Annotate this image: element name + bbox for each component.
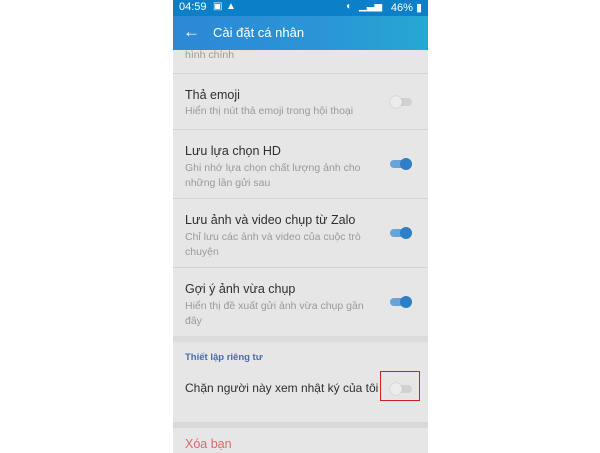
battery-level: 46% bbox=[390, 2, 413, 14]
settings-item-title: Lưu lựa chọn HD bbox=[185, 144, 281, 158]
page-title: Cài đặt cá nhân bbox=[213, 25, 305, 40]
status-bar: 04:59 ▣ ▲ ◖ ▁▃▅ 46% ▮ bbox=[173, 0, 428, 16]
toggle-hd[interactable] bbox=[390, 156, 414, 172]
settings-item-title: Lưu ảnh và video chụp từ Zalo bbox=[185, 213, 356, 227]
battery-icon: ▮ bbox=[415, 2, 422, 14]
toggle-knob bbox=[390, 96, 402, 108]
toggle-emoji[interactable] bbox=[390, 94, 414, 110]
settings-item-block-diary[interactable]: Chặn người này xem nhật ký của tôi bbox=[173, 368, 428, 414]
battery-indicator: 46% ▮ bbox=[391, 1, 422, 14]
settings-item-suggest-photo[interactable]: Gợi ý ảnh vừa chụp Hiển thị đề xuất gửi … bbox=[173, 268, 428, 334]
toggle-knob bbox=[390, 383, 402, 395]
partial-item-desc: hình chính bbox=[185, 49, 235, 61]
settings-item-desc: Ghi nhớ lựa chọn chất lượng ảnh cho nhữn… bbox=[185, 162, 361, 189]
settings-item-desc: Hiển thị nút thả emoji trong hội thoại bbox=[185, 105, 354, 117]
settings-item-desc: Hiển thị đề xuất gửi ảnh vừa chụp gần đâ… bbox=[185, 300, 364, 327]
delete-friend-row: Xóa bạn bbox=[173, 422, 428, 453]
app-bar: ← Cài đặt cá nhân bbox=[173, 16, 428, 50]
settings-item-save-media[interactable]: Lưu ảnh và video chụp từ Zalo Chỉ lưu cá… bbox=[173, 199, 428, 265]
image-icon: ▣ bbox=[213, 1, 223, 12]
settings-item-emoji[interactable]: Thả emoji Hiển thị nút thả emoji trong h… bbox=[173, 74, 428, 126]
settings-item-title: Chặn người này xem nhật ký của tôi bbox=[185, 381, 379, 395]
settings-item-hd[interactable]: Lưu lựa chọn HD Ghi nhớ lựa chọn chất lư… bbox=[173, 130, 428, 196]
settings-list: hình chính Thả emoji Hiển thị nút thả em… bbox=[173, 49, 428, 453]
section-gap bbox=[173, 336, 428, 342]
phone-screen: 04:59 ▣ ▲ ◖ ▁▃▅ 46% ▮ ← Cài đặt cá nhân … bbox=[173, 0, 428, 453]
settings-item-title: Thả emoji bbox=[185, 88, 240, 102]
section-title-privacy: Thiết lập riêng tư bbox=[185, 352, 263, 363]
toggle-suggest-photo[interactable] bbox=[390, 294, 414, 310]
back-arrow-icon[interactable]: ← bbox=[183, 22, 200, 42]
status-time: 04:59 bbox=[179, 1, 207, 13]
delete-friend-button[interactable]: Xóa bạn bbox=[185, 437, 232, 451]
signal-icon: ▁▃▅ bbox=[359, 1, 383, 12]
toggle-save-media[interactable] bbox=[390, 225, 414, 241]
settings-item-desc: Chỉ lưu các ảnh và video của cuộc trò ch… bbox=[185, 231, 361, 258]
toggle-knob bbox=[400, 227, 412, 239]
wifi-icon: ◖ bbox=[345, 1, 352, 12]
toggle-knob bbox=[400, 296, 412, 308]
settings-item-title: Gợi ý ảnh vừa chụp bbox=[185, 282, 296, 296]
warning-icon: ▲ bbox=[226, 1, 236, 12]
toggle-knob bbox=[400, 158, 412, 170]
toggle-block-diary[interactable] bbox=[390, 381, 414, 397]
